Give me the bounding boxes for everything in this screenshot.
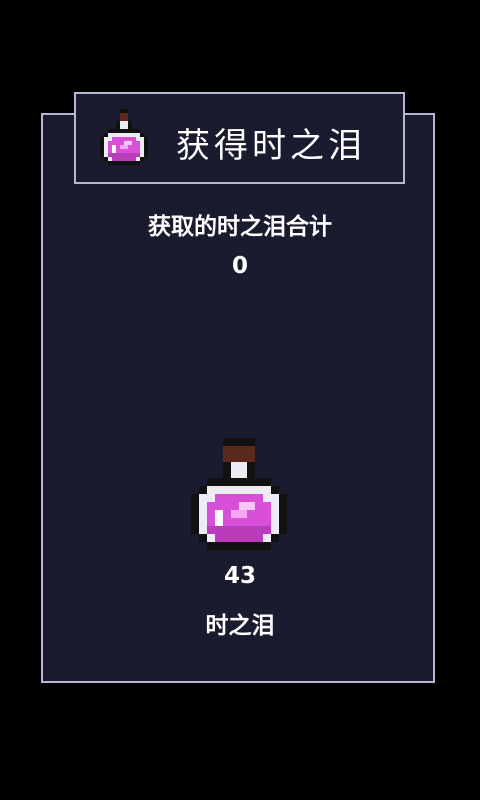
reward-count: 43: [223, 563, 256, 589]
header-banner: 获得时之泪: [74, 92, 405, 184]
total-value: 0: [231, 253, 248, 279]
potion-icon: [96, 109, 152, 169]
reward-panel: [41, 113, 435, 683]
total-label: 获取的时之泪合计: [148, 214, 332, 240]
header-title: 获得时之泪: [176, 126, 366, 166]
potion-icon: [183, 437, 295, 559]
reward-name: 时之泪: [205, 613, 275, 639]
